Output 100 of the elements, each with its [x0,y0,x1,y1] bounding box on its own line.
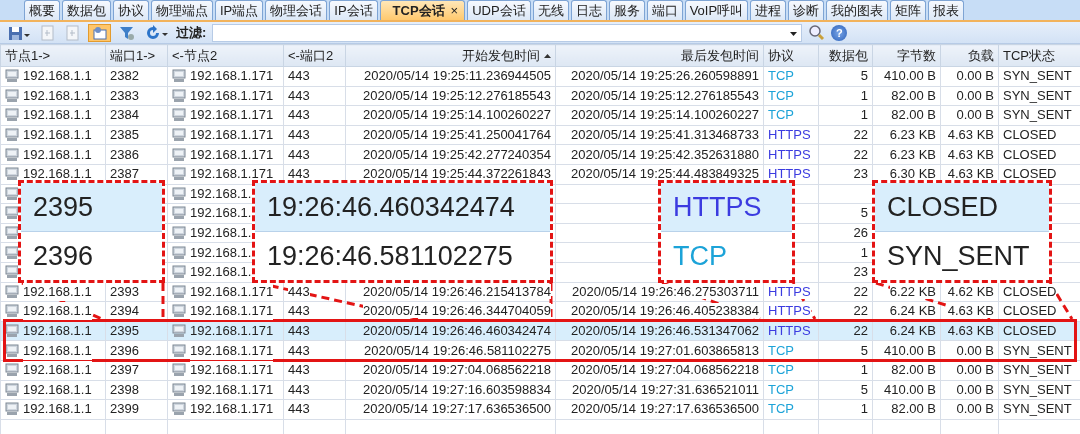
document-icon [65,24,80,41]
table-cell: 2020/05/14 19:26:46.215413784 [363,283,551,299]
table-cell: 22 [853,323,868,338]
tab[interactable]: 数据包 [62,0,111,20]
table-row[interactable]: 192.168.1.1 2383 192.168.1.171 443 2020/05/14 19:25:12.276185543 2020/05/14 19:25:12.276185543 TCP 1 82.00 B 0.00 B SYN_SENT [0,86,1080,106]
tab[interactable]: 进程 [750,0,787,20]
computer-icon [172,324,186,338]
column-header[interactable]: TCP状态 [998,44,1080,67]
computer-icon [5,265,19,280]
computer-icon [172,343,186,358]
table-cell: 6.22 KB [889,283,936,299]
card-icon [91,24,108,41]
table-cell: HTTPS [768,283,811,299]
column-header[interactable]: 负载 [940,44,999,67]
table-cell: SYN_SENT [1003,401,1072,417]
table-row[interactable]: 192.168.1.1 2382 192.168.1.171 443 2020/05/14 19:25:11.236944505 2020/05/14 19:25:26.260598891 TCP 5 410.00 B 0.00 B SYN_SENT [0,66,1080,87]
tab[interactable]: 物理端点 [151,0,213,20]
table-row[interactable]: 192.168.1.1 2399 192.168.1.171 443 2020/05/14 19:27:17.636536500 2020/05/14 19:27:17.636536500 TCP 1 82.00 B 0.00 B SYN_SENT [0,399,1080,420]
computer-icon [5,186,19,201]
tab[interactable]: TCP会话 × [379,0,466,20]
computer-icon [172,382,186,397]
table-row[interactable]: 192.168.1.1 2396 192.168.1.171 443 2020/05/14 19:26:46.581102275 2020/05/14 19:27:01.603865813 TCP 5 410.00 B 0.00 B SYN_SENT [0,340,1080,361]
callout-text: TCP [672,239,728,273]
table-cell: 2395 [110,323,139,338]
computer-icon [172,167,186,182]
computer-icon [5,147,19,162]
computer-icon [5,167,19,182]
column-header[interactable]: <-端口2 [283,44,346,67]
tab[interactable]: IP端点 [215,0,264,20]
computer-icon [5,343,19,358]
computer-icon [5,382,19,397]
table-row[interactable]: 192.168.1.1 2398 192.168.1.171 443 2020/05/14 19:27:16.603598834 2020/05/14 19:27:31.636521011 TCP 5 410.00 B 0.00 B SYN_SENT [0,380,1080,400]
callout-text: 2395 [21,183,162,232]
tab[interactable]: 物理会话 [265,0,328,20]
column-header[interactable]: 端口1-> [105,44,168,67]
table-row[interactable]: 192.168.1.1 2397 192.168.1.171 443 2020/05/14 19:27:04.068562218 2020/05/14 19:27:04.068562218 TCP 1 82.00 B 0.00 B SYN_SENT [0,360,1080,380]
tab[interactable]: IP会话 [329,0,378,20]
column-header[interactable]: 协议 [763,44,819,67]
search-icon[interactable] [808,24,826,41]
tab[interactable]: 诊断 [788,0,825,20]
computer-icon [5,245,19,260]
column-header[interactable]: <-节点2 [167,44,284,67]
computer-icon [5,108,19,123]
table-row[interactable]: 192.168.1.1 2394 192.168.1.171 443 2020/05/14 19:26:46.344704059 2020/05/14 19:26:46.405238384 HTTPS 22 6.24 KB 4.63 KB CLOSED [0,301,1080,322]
column-header[interactable]: 最后发包时间 [555,44,764,67]
computer-icon [172,206,186,221]
close-icon[interactable]: × [450,3,459,18]
column-header[interactable]: 字节数 [872,44,941,67]
table-cell: SYN_SENT [1003,68,1072,84]
table-cell: 2020/05/14 19:26:46.405238384 [571,303,759,319]
document-icon [40,24,55,41]
computer-icon [5,363,19,378]
computer-icon [5,226,19,241]
computer-icon [172,88,186,103]
computer-icon [172,186,186,201]
table-row[interactable]: 192.168.1.1 2385 192.168.1.171 443 2020/05/14 19:25:41.250041764 2020/05/14 19:25:41.313468733 HTTPS 22 6.23 KB 4.63 KB CLOSED [0,125,1080,145]
column-header[interactable]: 数据包 [818,44,873,67]
table-cell: SYN_SENT [1003,107,1072,123]
table-row[interactable]: 192.168.1.1 2384 192.168.1.171 443 2020/05/14 19:25:14.100260227 2020/05/14 19:25:14.100260227 TCP 1 82.00 B 0.00 B SYN_SENT [0,105,1080,126]
tab[interactable]: 矩阵 [890,0,927,20]
computer-icon [172,265,186,280]
computer-icon [172,304,186,319]
computer-icon [172,245,186,260]
table-row[interactable]: 192.168.1.1 2386 192.168.1.171 443 2020/05/14 19:25:42.277240354 2020/05/14 19:25:42.352631880 HTTPS 22 6.23 KB 4.63 KB CLOSED [0,144,1080,165]
computer-icon [172,69,186,84]
tab[interactable]: VoIP呼叫 [684,0,749,20]
column-header[interactable]: 节点1-> [0,44,106,67]
tab[interactable]: 端口 [646,0,683,20]
computer-icon [172,128,186,143]
tab[interactable]: 无线 [532,0,569,20]
tab[interactable]: 报表 [928,0,965,20]
table-cell: CLOSED [1003,323,1057,338]
table-cell: HTTPS [768,323,811,338]
computer-icon [5,206,19,221]
computer-icon [5,128,19,143]
filter-field[interactable] [212,23,803,42]
filter-icon [119,24,135,41]
tab[interactable]: 服务 [608,0,645,20]
table-cell: 4.63 KB [947,303,994,319]
table-cell: 2020/05/14 19:26:46.275303711 [572,283,759,299]
table-cell: CLOSED [1003,283,1057,299]
filter-label: 过滤: [176,23,207,42]
computer-icon [172,226,186,241]
refresh-icon [145,24,168,41]
table-cell: 2020/05/14 19:26:46.344704059 [363,303,551,319]
computer-icon [5,402,19,417]
table-row[interactable]: 192.168.1.1 2395 192.168.1.171 443 2020/05/14 19:26:46.460342474 2020/05/14 19:26:46.531347062 HTTPS 22 6.24 KB 4.63 KB CLOSED [0,321,1080,341]
save-icon [8,24,30,41]
tab[interactable]: 协议 [113,0,149,20]
table-cell: 6.24 KB [889,323,936,338]
tab[interactable]: 日志 [570,0,607,20]
view-toggle-button[interactable] [88,23,111,42]
callout-text: HTTPS [661,183,792,232]
tab[interactable]: UDP会话 [467,0,531,20]
tab[interactable]: 概要 [24,0,60,20]
computer-icon [172,147,186,162]
callout-text: CLOSED [875,183,1049,232]
table-cell: SYN_SENT [1003,362,1072,378]
computer-icon [5,88,19,103]
tab[interactable]: 我的图表 [826,0,889,20]
